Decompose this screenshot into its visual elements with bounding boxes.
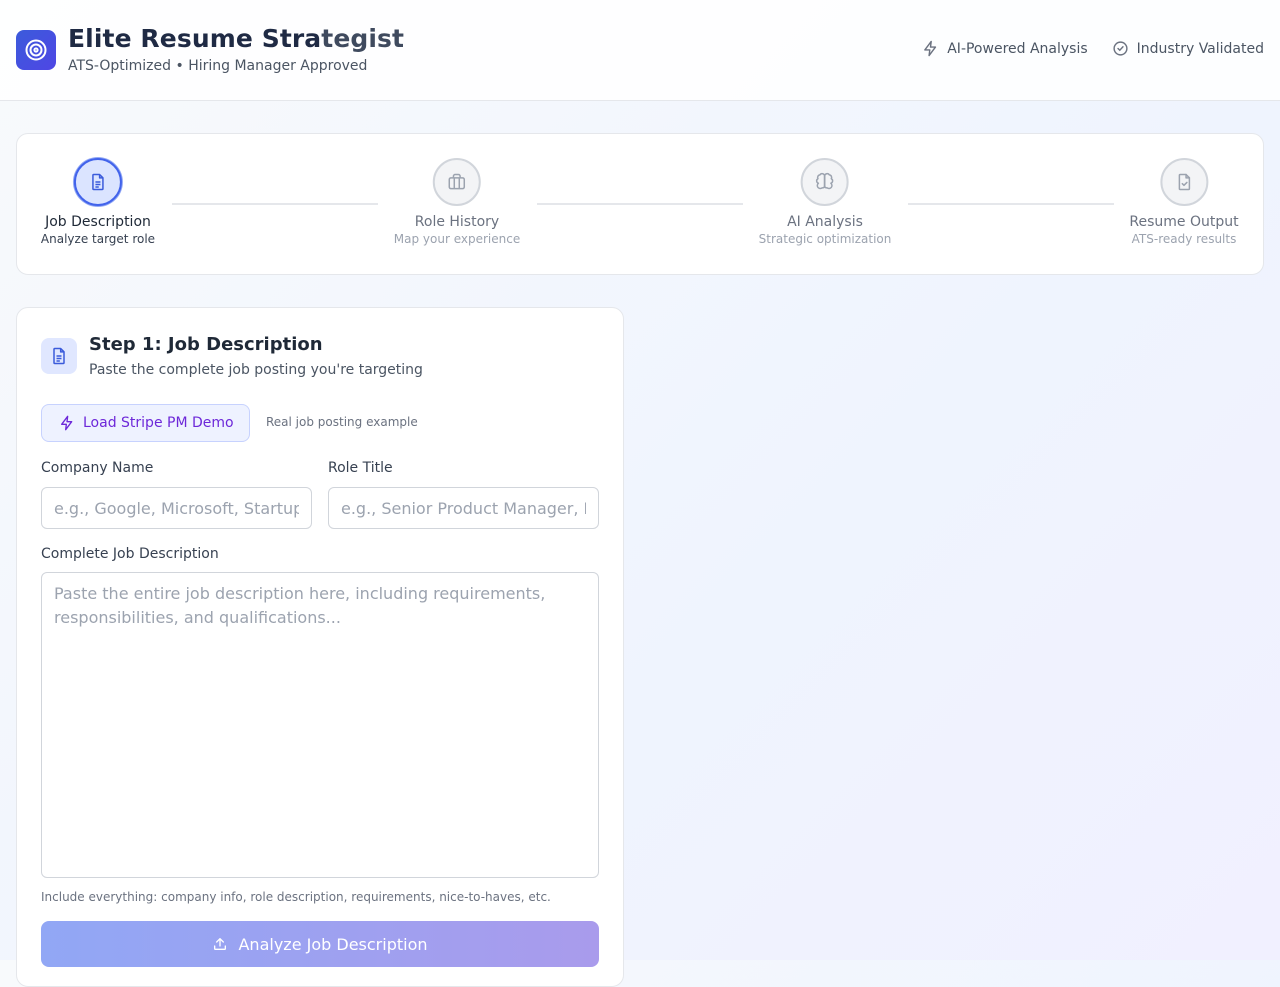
- job-description-card: Step 1: Job Description Paste the comple…: [16, 307, 624, 987]
- company-name-label: Company Name: [41, 460, 154, 476]
- document-icon: [92, 173, 104, 191]
- step-role-history[interactable]: Role History Map your experience: [394, 158, 520, 246]
- step-resume-output[interactable]: Resume Output ATS-ready results: [1129, 158, 1239, 246]
- step-title: AI Analysis: [787, 214, 863, 230]
- industry-validated-badge: Industry Validated: [1112, 40, 1264, 57]
- step-job-description[interactable]: Job Description Analyze target role: [41, 158, 155, 246]
- step-title: Role History: [414, 214, 500, 230]
- step-title: Resume Output: [1129, 214, 1239, 230]
- file-check-icon: [1178, 173, 1190, 191]
- load-demo-button[interactable]: Load Stripe PM Demo: [41, 404, 250, 442]
- step-connector: [537, 203, 743, 205]
- role-title-input[interactable]: [328, 487, 599, 529]
- job-description-textarea[interactable]: [41, 572, 599, 878]
- card-title: Step 1: Job Description: [89, 334, 323, 355]
- header-badges: AI-Powered Analysis Industry Validated: [922, 40, 1264, 57]
- step-circle: [1160, 158, 1208, 206]
- step-subtitle: Strategic optimization: [758, 232, 892, 246]
- step-ai-analysis[interactable]: AI Analysis Strategic optimization: [758, 158, 892, 246]
- step-connector: [172, 203, 378, 205]
- analyze-button[interactable]: Analyze Job Description: [41, 921, 599, 967]
- lightning-icon: [61, 415, 73, 431]
- badge-label: Industry Validated: [1136, 40, 1264, 57]
- analyze-button-label: Analyze Job Description: [238, 934, 428, 954]
- ai-powered-badge: AI-Powered Analysis: [922, 40, 1088, 57]
- progress-stepper: Job Description Analyze target role Role…: [16, 133, 1264, 275]
- app-subtitle: ATS-Optimized • Hiring Manager Approved: [68, 58, 368, 74]
- app-title: Elite Resume Strategist: [68, 24, 405, 53]
- badge-label: AI-Powered Analysis: [947, 40, 1088, 57]
- check-circle-icon: [1113, 41, 1128, 56]
- step-subtitle: Analyze target role: [40, 232, 156, 246]
- target-logo-icon: [16, 30, 56, 70]
- step-circle: [800, 158, 849, 206]
- upload-icon: [214, 938, 227, 950]
- briefcase-icon: [448, 173, 466, 190]
- help-text: Include everything: company info, role d…: [41, 890, 551, 904]
- step-title: Job Description: [45, 214, 151, 230]
- step-circle: [73, 158, 122, 206]
- role-title-label: Role Title: [328, 460, 393, 476]
- step-circle: [432, 158, 481, 206]
- step-subtitle: ATS-ready results: [1131, 232, 1237, 246]
- document-icon: [41, 338, 77, 374]
- brain-icon: [816, 172, 834, 190]
- demo-hint: Real job posting example: [266, 415, 418, 429]
- step-subtitle: Map your experience: [393, 232, 521, 246]
- load-demo-label: Load Stripe PM Demo: [83, 415, 234, 431]
- lightning-icon: [924, 40, 937, 57]
- job-description-label: Complete Job Description: [41, 546, 219, 562]
- step-connector: [908, 203, 1114, 205]
- app-header: Elite Resume Strategist ATS-Optimized • …: [0, 0, 1280, 101]
- card-description: Paste the complete job posting you're ta…: [89, 362, 423, 378]
- company-name-input[interactable]: [41, 487, 312, 529]
